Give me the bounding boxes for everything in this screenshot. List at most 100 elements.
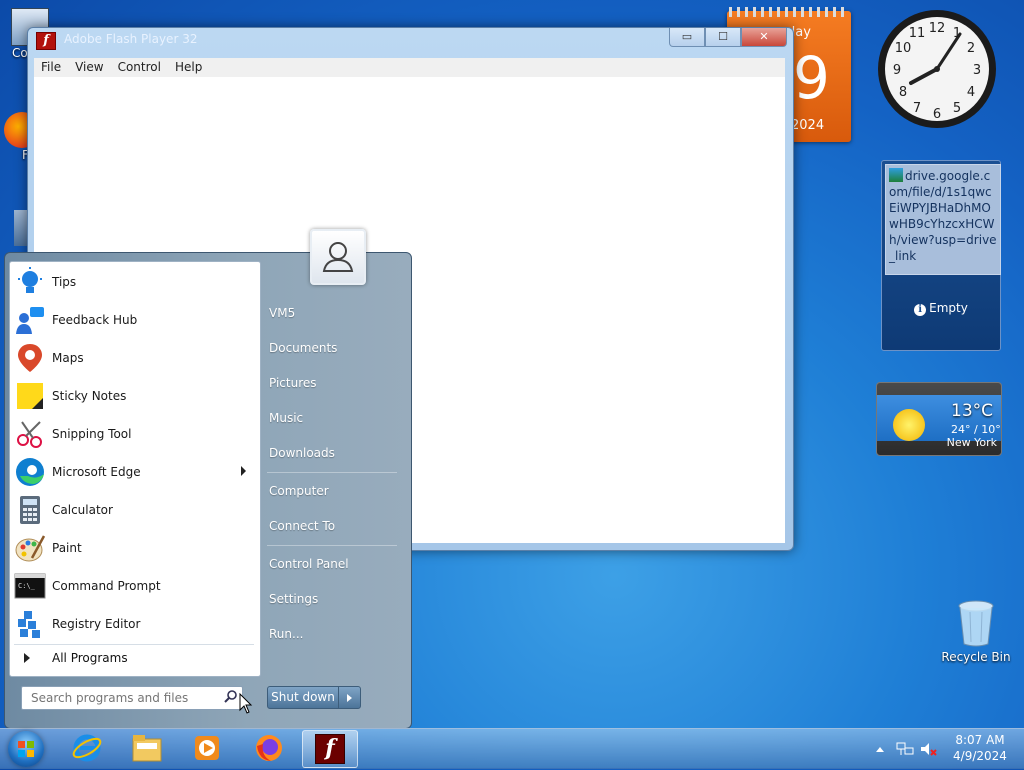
program-label: Microsoft Edge bbox=[52, 465, 141, 479]
weather-gadget[interactable]: 13°C 24° / 10° New York bbox=[876, 382, 1002, 456]
menu-view[interactable]: View bbox=[68, 58, 110, 77]
right-separator bbox=[267, 545, 397, 546]
feed-link[interactable]: drive.google.com/file/d/1s1qwcEiWPYJBHaD… bbox=[885, 164, 1001, 275]
program-maps[interactable]: Maps bbox=[14, 340, 254, 376]
start-menu: Tips Feedback Hub Maps Sticky Notes Snip… bbox=[4, 229, 412, 729]
right-item-settings[interactable]: Settings bbox=[269, 592, 399, 606]
program-calculator[interactable]: Calculator bbox=[14, 492, 254, 528]
program-microsoft-edge[interactable]: Microsoft Edge bbox=[14, 454, 254, 490]
taskbar-time: 8:07 AM bbox=[955, 733, 1005, 747]
user-avatar[interactable] bbox=[310, 229, 366, 285]
search-icon[interactable] bbox=[224, 689, 238, 703]
sun-icon bbox=[893, 409, 925, 441]
info-icon: i bbox=[914, 304, 927, 316]
search-input[interactable] bbox=[22, 687, 223, 709]
right-separator bbox=[267, 472, 397, 473]
svg-text:12: 12 bbox=[929, 21, 946, 36]
system-tray bbox=[876, 729, 938, 769]
program-label: Tips bbox=[52, 275, 77, 289]
right-item-computer[interactable]: Computer bbox=[269, 484, 399, 498]
user-icon bbox=[322, 242, 354, 272]
menu-bar: File View Control Help bbox=[34, 58, 785, 78]
taskbar-flash-player[interactable]: f bbox=[302, 730, 358, 768]
right-item-run[interactable]: Run... bbox=[269, 627, 399, 641]
program-label: Registry Editor bbox=[52, 617, 141, 631]
program-registry-editor[interactable]: Registry Editor bbox=[14, 606, 254, 642]
program-label: Snipping Tool bbox=[52, 427, 132, 441]
feed-item-icon bbox=[889, 168, 903, 182]
window-title: Adobe Flash Player 32 bbox=[64, 32, 198, 46]
taskbar: f 8:07 AM 4/9/2024 bbox=[0, 728, 1024, 769]
command-prompt-icon: C:\_ bbox=[14, 573, 46, 599]
program-feedback-hub[interactable]: Feedback Hub bbox=[14, 302, 254, 338]
feed-gadget[interactable]: drive.google.com/file/d/1s1qwcEiWPYJBHaD… bbox=[881, 160, 1001, 351]
taskbar-firefox[interactable] bbox=[242, 730, 296, 766]
network-icon[interactable] bbox=[896, 741, 914, 757]
menu-file[interactable]: File bbox=[34, 58, 68, 77]
program-command-prompt[interactable]: C:\_ Command Prompt bbox=[14, 568, 254, 604]
start-orb[interactable] bbox=[8, 731, 44, 767]
submenu-arrow-icon[interactable] bbox=[241, 466, 246, 476]
menu-help[interactable]: Help bbox=[168, 58, 209, 77]
snipping-tool-icon bbox=[17, 421, 42, 448]
program-snipping-tool[interactable]: Snipping Tool bbox=[14, 416, 254, 452]
sticky-notes-icon bbox=[17, 383, 43, 409]
program-label: Paint bbox=[52, 541, 82, 555]
maximize-button[interactable]: ☐ bbox=[705, 28, 741, 47]
svg-text:2: 2 bbox=[967, 41, 975, 56]
programs-pane: Tips Feedback Hub Maps Sticky Notes Snip… bbox=[9, 261, 261, 677]
clock-gadget[interactable]: 12 12 345 678 91011 bbox=[876, 8, 998, 130]
right-item-vm5[interactable]: VM5 bbox=[269, 306, 399, 320]
window-controls: ▭ ☐ ✕ bbox=[669, 28, 787, 47]
feed-status: i Empty bbox=[882, 301, 1000, 316]
program-label: Maps bbox=[52, 351, 84, 365]
program-sticky-notes[interactable]: Sticky Notes bbox=[14, 378, 254, 414]
flash-player-icon: f bbox=[315, 734, 345, 764]
all-programs-label: All Programs bbox=[52, 651, 128, 665]
file-explorer-icon bbox=[132, 735, 162, 762]
taskbar-media-player[interactable] bbox=[180, 730, 234, 766]
shutdown-button[interactable]: Shut down bbox=[268, 687, 339, 708]
minimize-button[interactable]: ▭ bbox=[669, 28, 705, 47]
svg-text:8: 8 bbox=[899, 85, 907, 100]
internet-explorer-icon bbox=[72, 734, 102, 762]
program-label: Feedback Hub bbox=[52, 313, 138, 327]
program-tips[interactable]: Tips bbox=[14, 264, 254, 300]
all-programs[interactable]: All Programs bbox=[14, 644, 254, 671]
weather-city: New York bbox=[946, 436, 997, 449]
paint-icon bbox=[15, 535, 46, 562]
taskbar-internet-explorer[interactable] bbox=[60, 730, 114, 766]
right-item-pictures[interactable]: Pictures bbox=[269, 376, 399, 390]
desktop-icon-partial[interactable] bbox=[14, 210, 28, 246]
svg-text:4: 4 bbox=[967, 85, 975, 100]
start-search-box[interactable] bbox=[21, 686, 243, 710]
right-item-documents[interactable]: Documents bbox=[269, 341, 399, 355]
program-paint[interactable]: Paint bbox=[14, 530, 254, 566]
taskbar-clock[interactable]: 8:07 AM 4/9/2024 bbox=[950, 732, 1010, 764]
calendar-date: 9 bbox=[793, 44, 830, 112]
shutdown-options-button[interactable] bbox=[339, 687, 360, 708]
mouse-cursor-icon bbox=[239, 693, 253, 714]
close-button[interactable]: ✕ bbox=[741, 28, 787, 47]
taskbar-file-explorer[interactable] bbox=[120, 730, 174, 766]
volume-muted-icon[interactable] bbox=[920, 741, 938, 757]
right-item-music[interactable]: Music bbox=[269, 411, 399, 425]
show-hidden-icons-button[interactable] bbox=[876, 746, 884, 752]
recycle-bin-label: Recycle Bin bbox=[941, 650, 1011, 664]
svg-text:10: 10 bbox=[895, 41, 912, 56]
windows-logo-icon bbox=[18, 741, 34, 757]
right-item-control-panel[interactable]: Control Panel bbox=[269, 557, 399, 571]
recycle-bin[interactable]: Recycle Bin bbox=[938, 600, 1014, 664]
svg-text:9: 9 bbox=[893, 63, 901, 78]
svg-text:6: 6 bbox=[933, 107, 941, 122]
weather-range: 24° / 10° bbox=[951, 423, 1001, 436]
taskbar-date: 4/9/2024 bbox=[953, 749, 1007, 763]
menu-control[interactable]: Control bbox=[111, 58, 168, 77]
right-item-connect-to[interactable]: Connect To bbox=[269, 519, 399, 533]
chevron-right-icon bbox=[347, 693, 352, 702]
svg-text:7: 7 bbox=[913, 101, 921, 116]
flash-player-app-icon: f bbox=[36, 32, 56, 50]
svg-text:5: 5 bbox=[953, 101, 961, 116]
right-item-downloads[interactable]: Downloads bbox=[269, 446, 399, 460]
calculator-icon bbox=[20, 496, 40, 524]
